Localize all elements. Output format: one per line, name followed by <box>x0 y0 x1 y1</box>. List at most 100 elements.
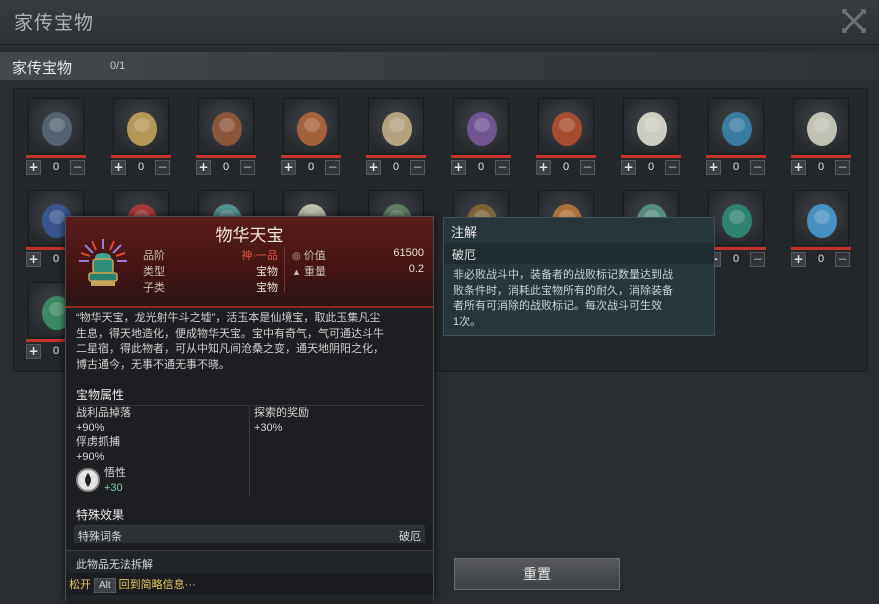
dragon-orb-icon[interactable] <box>28 98 84 154</box>
attribute-name: 探索的奖励 <box>254 407 309 419</box>
increase-button[interactable]: + <box>621 160 636 175</box>
treasure-slot: +0− <box>366 98 426 180</box>
attributes-divider <box>249 406 250 496</box>
decrease-button[interactable]: − <box>835 252 850 267</box>
increase-button[interactable]: + <box>281 160 296 175</box>
slot-count: 0 <box>222 161 230 173</box>
slot-durability-bar <box>451 155 511 158</box>
decrease-button[interactable]: − <box>835 160 850 175</box>
stat-label: 子类 <box>143 282 165 294</box>
annotation-panel: 注解 破厄 非必败战斗中，装备者的战败标记数量达到战 败条件时，消耗此宝物所有的… <box>443 217 715 336</box>
treasure-slot: +0− <box>111 98 171 180</box>
slot-durability-bar <box>706 247 766 250</box>
decrease-button[interactable]: − <box>70 160 85 175</box>
stat-value: 宝物 <box>256 282 278 294</box>
stat-label: ▲ 重量 <box>292 266 326 278</box>
treasure-slot: +0− <box>196 98 256 180</box>
description-line: 二星宿，得此物者，可从中知凡间沧桑之变，通天地阴阳之化， <box>76 343 384 355</box>
incense-burner-icon[interactable] <box>453 98 509 154</box>
decrease-button[interactable]: − <box>750 160 765 175</box>
decrease-button[interactable]: − <box>750 252 765 267</box>
stats-divider <box>284 247 285 293</box>
wuxing-attr: 悟性 +30 <box>104 466 126 495</box>
section-header: 家传宝物 0/1 <box>0 52 879 80</box>
yin-yang-mirror-icon[interactable] <box>538 98 594 154</box>
annotation-line: 1次。 <box>453 315 482 328</box>
increase-button[interactable]: + <box>196 160 211 175</box>
increase-button[interactable]: + <box>791 160 806 175</box>
special-label: 特殊词条 <box>78 531 122 543</box>
slot-count: 0 <box>732 161 740 173</box>
stat-label: 品阶 <box>143 250 165 262</box>
weight-icon: ▲ <box>292 267 301 277</box>
close-icon[interactable] <box>839 6 869 36</box>
jeweled-pot-icon <box>75 235 131 291</box>
slot-count: 0 <box>52 345 60 357</box>
annotation-term: 破厄 <box>452 248 477 262</box>
treasure-slot: +0− <box>706 190 766 272</box>
attribute-name: 俘虏抓捕 <box>76 436 120 448</box>
jeweled-pot-icon[interactable] <box>708 190 764 246</box>
slot-count: 0 <box>477 161 485 173</box>
decrease-button[interactable]: − <box>495 160 510 175</box>
decrease-button[interactable]: − <box>410 160 425 175</box>
increase-button[interactable]: + <box>111 160 126 175</box>
slot-durability-bar <box>791 247 851 250</box>
stat-label: ◎ 价值 <box>292 250 326 262</box>
lightning-fan-icon[interactable] <box>708 98 764 154</box>
attribute-value: +30 <box>104 481 123 494</box>
slot-count: 0 <box>817 161 825 173</box>
scroll-icon[interactable] <box>368 98 424 154</box>
no-scrap-text: 此物品无法拆解 <box>76 559 153 571</box>
glowing-book-icon[interactable] <box>793 190 849 246</box>
stat-value: 61500 <box>393 247 424 259</box>
scroll-book-icon[interactable] <box>113 98 169 154</box>
slot-controls: +0− <box>791 252 851 268</box>
annotation-term-bar: 破厄 <box>444 243 714 264</box>
slot-durability-bar <box>281 155 341 158</box>
treasure-slot: +0− <box>451 98 511 180</box>
white-flower-icon[interactable] <box>623 98 679 154</box>
description-line: 博古通今，无事不通无事不晓。 <box>76 358 230 371</box>
tooltip-header: 物华天宝 品阶 神·一品 类型 宝物 子类 宝物 ◎ 价值 61500 ▲ 重量… <box>66 217 433 308</box>
pagoda-icon[interactable] <box>198 98 254 154</box>
attributes-left: 战利品掉落 +90% 俘虏抓捕 +90% <box>76 406 131 464</box>
increase-button[interactable]: + <box>706 160 721 175</box>
cloth-fan-icon[interactable] <box>793 98 849 154</box>
increase-button[interactable]: + <box>26 344 41 359</box>
title-bar: 家传宝物 <box>0 0 879 45</box>
slot-controls: +0− <box>281 160 341 176</box>
slot-controls: +0− <box>366 160 426 176</box>
annotation-line: 非必败战斗中，装备者的战败标记数量达到战 <box>453 269 673 281</box>
increase-button[interactable]: + <box>451 160 466 175</box>
slot-durability-bar <box>706 155 766 158</box>
attribute-value: +30% <box>254 421 283 434</box>
coin-icon: ◎ <box>292 251 301 262</box>
slot-controls: +0− <box>791 160 851 176</box>
special-row[interactable]: 特殊词条 破厄 <box>74 526 425 543</box>
slot-durability-bar <box>366 155 426 158</box>
slot-controls: +0− <box>706 160 766 176</box>
increase-button[interactable]: + <box>366 160 381 175</box>
decrease-button[interactable]: − <box>155 160 170 175</box>
comprehension-icon <box>76 468 100 492</box>
increase-button[interactable]: + <box>536 160 551 175</box>
increase-button[interactable]: + <box>26 252 41 267</box>
stat-subtype: 子类 宝物 <box>143 279 278 295</box>
decrease-button[interactable]: − <box>240 160 255 175</box>
increase-button[interactable]: + <box>26 160 41 175</box>
reset-button[interactable]: 重置 <box>454 558 620 590</box>
stat-value: 宝物 <box>256 266 278 278</box>
decrease-button[interactable]: − <box>580 160 595 175</box>
bottle-books-icon[interactable] <box>283 98 339 154</box>
increase-button[interactable]: + <box>791 252 806 267</box>
treasure-slot: +0− <box>791 190 851 272</box>
slot-count: 0 <box>137 161 145 173</box>
special-value: 破厄 <box>399 531 421 543</box>
window-title: 家传宝物 <box>14 13 95 34</box>
treasure-slot: +0− <box>706 98 766 180</box>
decrease-button[interactable]: − <box>665 160 680 175</box>
stats-left: 品阶 神·一品 类型 宝物 子类 宝物 <box>143 247 278 295</box>
decrease-button[interactable]: − <box>325 160 340 175</box>
item-tooltip: 物华天宝 品阶 神·一品 类型 宝物 子类 宝物 ◎ 价值 61500 ▲ 重量… <box>65 216 434 601</box>
